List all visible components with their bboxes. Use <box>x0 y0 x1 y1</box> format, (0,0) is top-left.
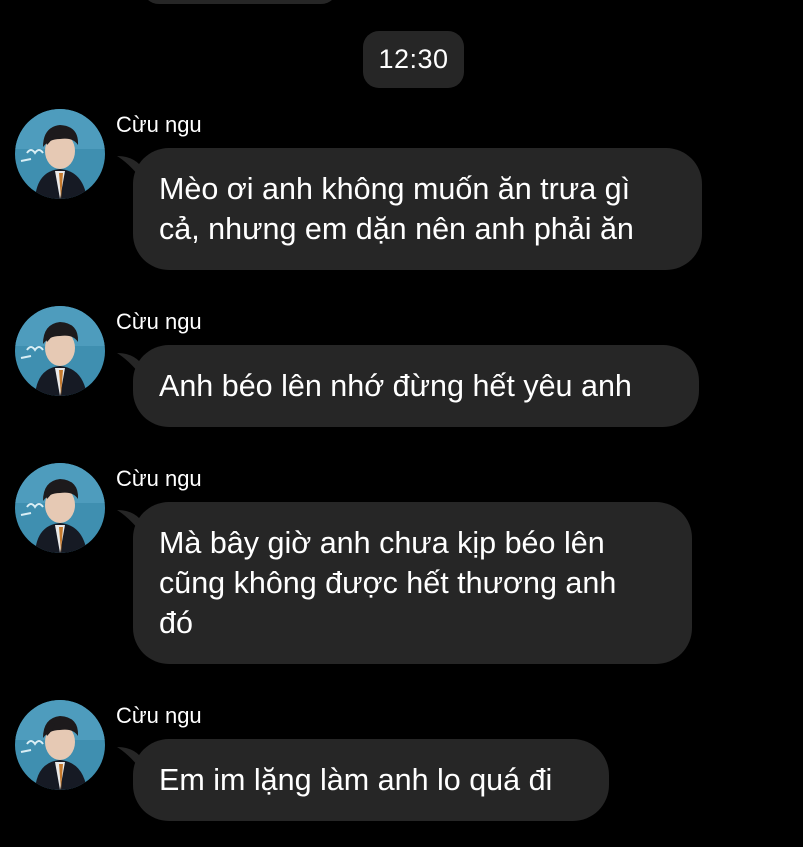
message-text: cũng không được hết thương anh <box>159 566 617 600</box>
message-text: Anh béo lên nhớ đừng hết yêu anh <box>159 369 632 403</box>
timestamp-divider: 12:30 <box>363 31 464 88</box>
avatar-photo-icon <box>15 700 105 790</box>
message-text: đó <box>159 606 193 640</box>
sender-name: Cừu ngu <box>116 466 202 491</box>
message-bubble[interactable]: Mèo ơi anh không muốn ăn trưa gì cả, như… <box>133 148 702 270</box>
sender-name: Cừu ngu <box>116 309 202 334</box>
message-text: Em im lặng làm anh lo quá đi <box>159 763 553 797</box>
sender-name: Cừu ngu <box>116 112 202 137</box>
sender-name: Cừu ngu <box>116 703 202 728</box>
avatar[interactable] <box>15 109 105 199</box>
avatar-photo-icon <box>15 109 105 199</box>
avatar-photo-icon <box>15 463 105 553</box>
message-text: Mèo ơi anh không muốn ăn trưa gì <box>159 172 631 206</box>
avatar-photo-icon <box>15 306 105 396</box>
message-bubble[interactable]: Anh béo lên nhớ đừng hết yêu anh <box>133 345 699 427</box>
avatar[interactable] <box>15 700 105 790</box>
avatar[interactable] <box>15 463 105 553</box>
message-bubble[interactable]: Em im lặng làm anh lo quá đi <box>133 739 609 821</box>
message-text: Mà bây giờ anh chưa kịp béo lên <box>159 526 605 560</box>
avatar[interactable] <box>15 306 105 396</box>
message-bubble[interactable]: Mà bây giờ anh chưa kịp béo lên cũng khô… <box>133 502 692 664</box>
message-text: cả, nhưng em dặn nên anh phải ăn <box>159 212 634 246</box>
previous-message-bubble[interactable] <box>142 0 338 4</box>
